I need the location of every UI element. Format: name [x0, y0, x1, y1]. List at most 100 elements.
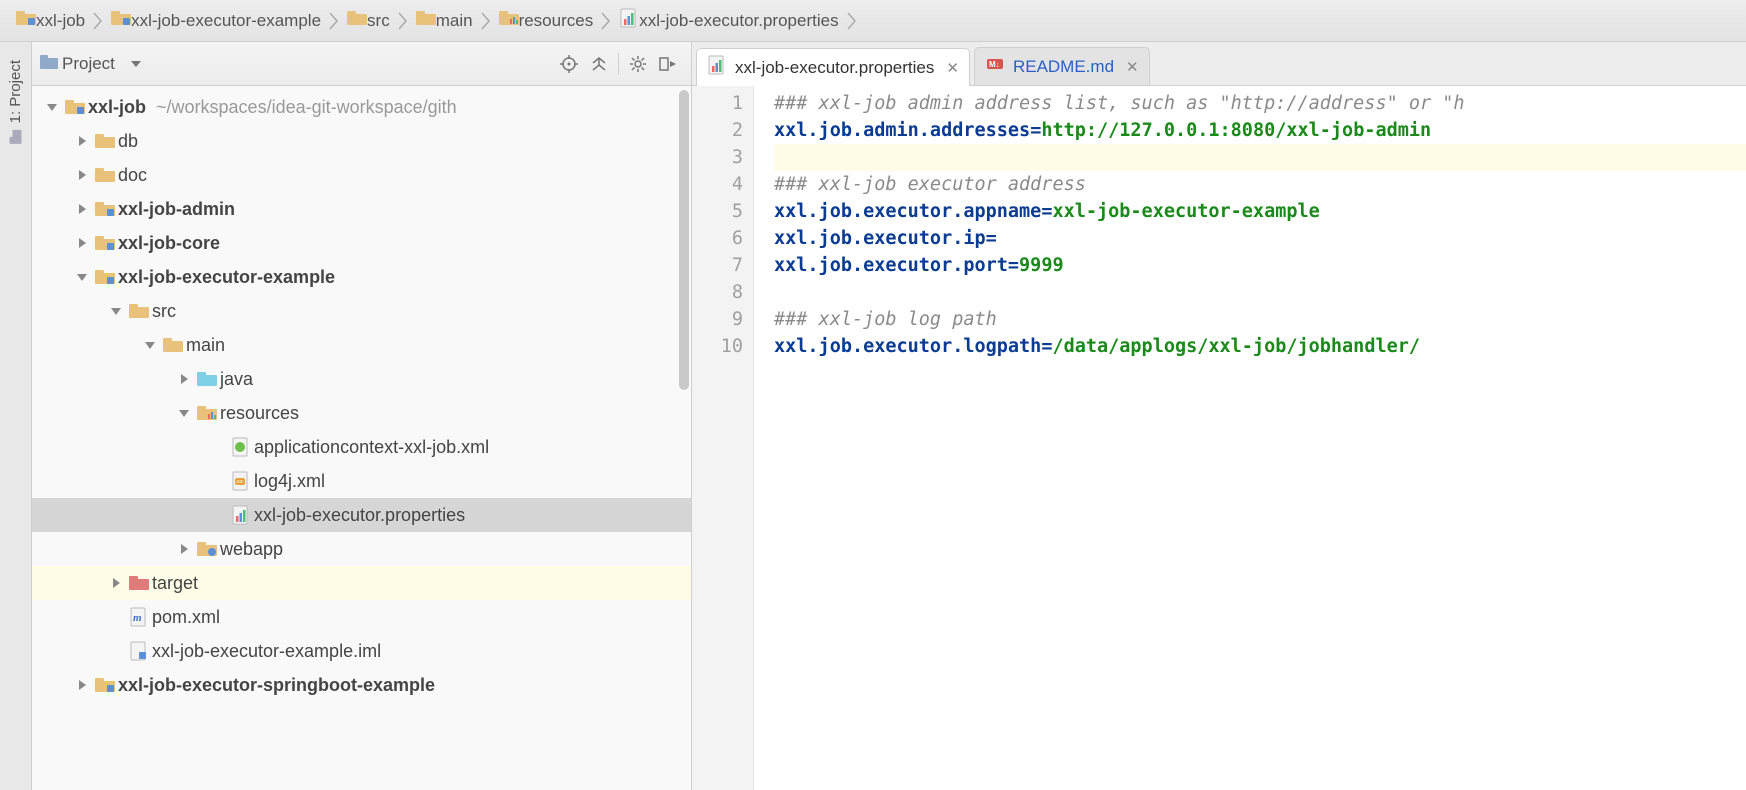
tree-row-label: main	[186, 335, 225, 356]
settings-icon[interactable]	[623, 49, 653, 79]
tree-arrow-icon[interactable]	[72, 203, 92, 215]
project-panel-header: Project	[32, 42, 691, 86]
tree-row-label: src	[152, 301, 176, 322]
code-line[interactable]	[774, 279, 1746, 306]
tree-row[interactable]: doc	[32, 158, 691, 192]
tree-row[interactable]: xxl-job-executor-example.iml	[32, 634, 691, 668]
tree-row-label: doc	[118, 165, 147, 186]
tree-arrow-icon[interactable]	[72, 135, 92, 147]
breadcrumb-item[interactable]: xxl-job-executor-example	[105, 0, 327, 41]
svg-text:<>: <>	[236, 479, 244, 486]
tree-row[interactable]: src	[32, 294, 691, 328]
line-number: 10	[692, 333, 743, 360]
code-line[interactable]	[774, 144, 1746, 171]
breadcrumb-item[interactable]: main	[410, 0, 479, 41]
folder-icon	[126, 303, 152, 319]
tree-row[interactable]: resources	[32, 396, 691, 430]
line-number: 3	[692, 144, 743, 171]
breadcrumb-label: xxl-job	[36, 11, 85, 31]
tree-row[interactable]: xxl-job-executor.properties	[32, 498, 691, 532]
breadcrumb-item[interactable]: src	[341, 0, 396, 41]
code-line[interactable]: xxl.job.admin.addresses=http://127.0.0.1…	[774, 117, 1746, 144]
project-header-icon	[40, 54, 58, 73]
editor-tab[interactable]: xxl-job-executor.properties ✕	[696, 48, 970, 86]
tree-row-label: xxl-job	[88, 97, 146, 118]
tree-row[interactable]: applicationcontext-xxl-job.xml	[32, 430, 691, 464]
tree-arrow-icon[interactable]	[72, 679, 92, 691]
tree-arrow-icon[interactable]	[140, 339, 160, 351]
code-line[interactable]: xxl.job.executor.appname=xxl-job-executo…	[774, 198, 1746, 225]
view-mode-dropdown[interactable]	[121, 49, 151, 79]
tree-row[interactable]: xxl-job-core	[32, 226, 691, 260]
breadcrumb-label: src	[367, 11, 390, 31]
tree-row-label: pom.xml	[152, 607, 220, 628]
code-line[interactable]: ### xxl-job log path	[774, 306, 1746, 333]
tree-arrow-icon[interactable]	[174, 543, 194, 555]
resources-folder-icon	[194, 405, 220, 421]
code-line[interactable]: ### xxl-job executor address	[774, 171, 1746, 198]
tree-arrow-icon[interactable]	[174, 407, 194, 419]
editor-tab[interactable]: M↓README.md✕	[974, 47, 1150, 85]
editor-code[interactable]: ### xxl-job admin address list, such as …	[754, 86, 1746, 790]
xml-file-icon: <>	[228, 471, 254, 491]
project-tool-tab-label: 1: Project	[7, 60, 24, 123]
tree-row[interactable]: <> log4j.xml	[32, 464, 691, 498]
line-number: 7	[692, 252, 743, 279]
tree-row[interactable]: xxl-job-executor-example	[32, 260, 691, 294]
tree-row-label: xxl-job-executor-example.iml	[152, 641, 381, 662]
tree-row[interactable]: target	[32, 566, 691, 600]
close-icon[interactable]: ✕	[942, 59, 959, 77]
tree-row-label: applicationcontext-xxl-job.xml	[254, 437, 489, 458]
code-line[interactable]: xxl.job.executor.ip=	[774, 225, 1746, 252]
project-tree[interactable]: xxl-job~/workspaces/idea-git-workspace/g…	[32, 86, 691, 790]
chevron-right-icon	[396, 0, 410, 41]
tree-arrow-icon[interactable]	[72, 169, 92, 181]
code-line[interactable]: xxl.job.executor.logpath=/data/applogs/x…	[774, 333, 1746, 360]
tree-row[interactable]: main	[32, 328, 691, 362]
code-line[interactable]: xxl.job.executor.port=9999	[774, 252, 1746, 279]
project-tool-tab[interactable]: 1: Project	[5, 52, 26, 151]
folder-icon	[416, 10, 436, 31]
tree-arrow-icon[interactable]	[174, 373, 194, 385]
tree-arrow-icon[interactable]	[106, 577, 126, 589]
tree-arrow-icon[interactable]	[72, 237, 92, 249]
tree-scrollbar[interactable]	[679, 90, 689, 390]
main-split: Project xxl-job~/workspaces/idea-git-wor…	[32, 42, 1746, 790]
tree-row[interactable]: m pom.xml	[32, 600, 691, 634]
svg-text:m: m	[133, 612, 142, 624]
editor-tab-label: README.md	[1013, 57, 1114, 77]
breadcrumb-label: xxl-job-executor-example	[131, 11, 321, 31]
tree-arrow-icon[interactable]	[106, 305, 126, 317]
code-line[interactable]: ### xxl-job admin address list, such as …	[774, 90, 1746, 117]
tree-row[interactable]: xxl-job~/workspaces/idea-git-workspace/g…	[32, 90, 691, 124]
tree-arrow-icon[interactable]	[72, 271, 92, 283]
module-folder-icon	[92, 677, 118, 693]
tree-row[interactable]: xxl-job-executor-springboot-example	[32, 668, 691, 702]
tree-row-label: xxl-job-admin	[118, 199, 235, 220]
editor-tab-label: xxl-job-executor.properties	[735, 58, 934, 78]
properties-file-icon	[228, 505, 254, 525]
tree-row-label: db	[118, 131, 138, 152]
tree-row[interactable]: db	[32, 124, 691, 158]
line-number: 5	[692, 198, 743, 225]
breadcrumb-item[interactable]: resources	[493, 0, 600, 41]
tree-arrow-icon[interactable]	[42, 101, 62, 113]
breadcrumb-item[interactable]: xxl-job-executor.properties	[613, 0, 844, 41]
module-folder-icon	[62, 99, 88, 115]
locate-icon[interactable]	[554, 49, 584, 79]
close-icon[interactable]: ✕	[1122, 58, 1139, 76]
editor-tabs: xxl-job-executor.properties✕M↓README.md✕	[692, 42, 1746, 86]
folder-icon	[160, 337, 186, 353]
tree-row-label: log4j.xml	[254, 471, 325, 492]
collapse-all-icon[interactable]	[584, 49, 614, 79]
chevron-right-icon	[91, 0, 105, 41]
folder-icon	[92, 167, 118, 183]
breadcrumb-item[interactable]: xxl-job	[10, 0, 91, 41]
hide-icon[interactable]	[653, 49, 683, 79]
project-panel-title: Project	[62, 54, 115, 74]
line-number: 1	[692, 90, 743, 117]
tree-row[interactable]: java	[32, 362, 691, 396]
iml-file-icon	[126, 641, 152, 661]
tree-row[interactable]: xxl-job-admin	[32, 192, 691, 226]
tree-row[interactable]: webapp	[32, 532, 691, 566]
